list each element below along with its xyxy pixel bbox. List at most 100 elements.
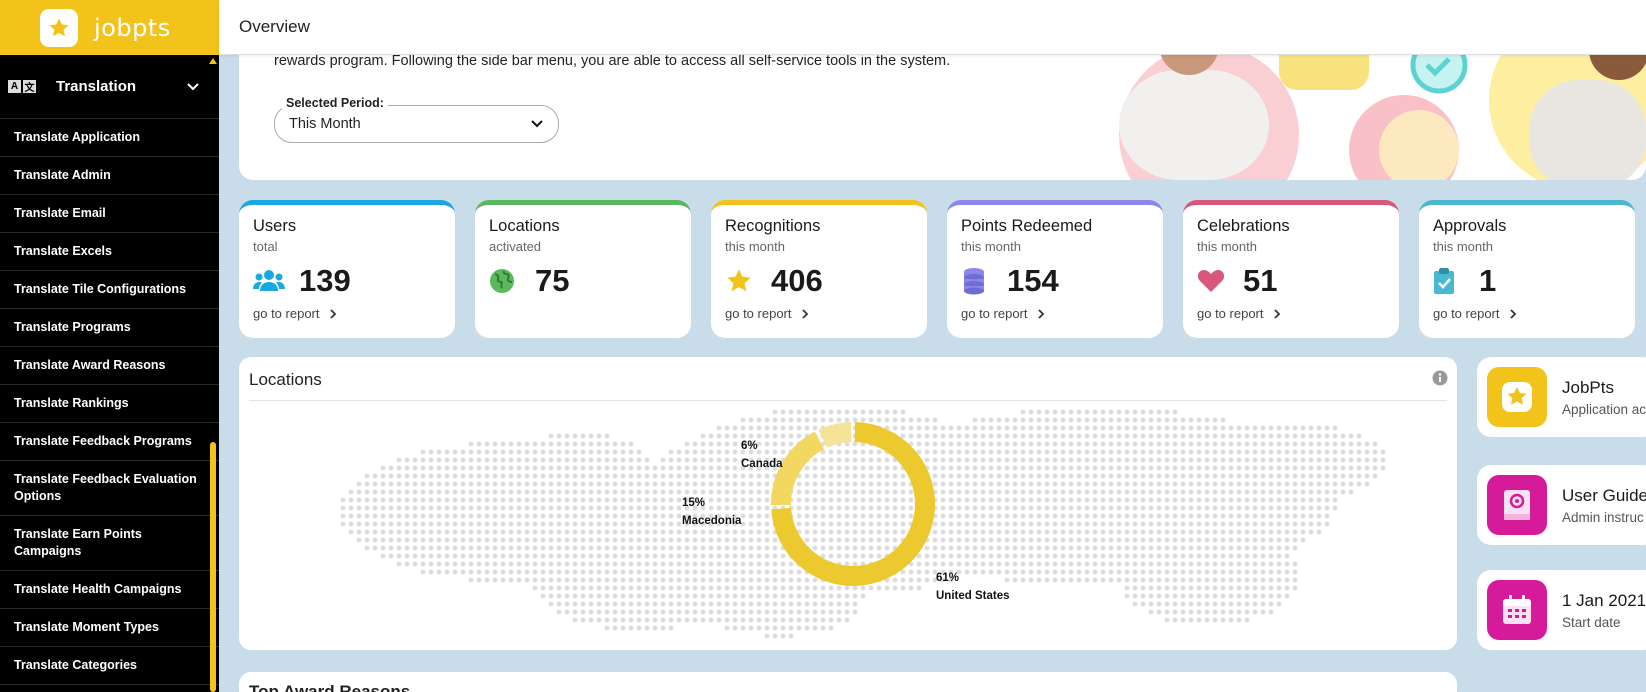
period-select[interactable]: Selected Period: This Month (274, 96, 559, 143)
tile-user-guide[interactable]: User Guide Admin instruc (1477, 465, 1646, 545)
top-award-reasons-panel: Top Award Reasons (239, 672, 1457, 692)
card-value: 51 (1243, 263, 1278, 298)
link-label: go to report (253, 306, 320, 321)
donut-label-macedonia: 15% Macedonia (682, 494, 741, 530)
card-value: 75 (535, 263, 570, 298)
card-title: Celebrations (1197, 217, 1290, 235)
translate-icon: A文 (8, 79, 36, 94)
page-title: Overview (239, 17, 310, 36)
stat-card-locations: Locations activated 75 (475, 200, 691, 338)
sidebar-item-translate-application[interactable]: Translate Application (0, 119, 219, 157)
sidebar-item-translate-moment-types[interactable]: Translate Moment Types (0, 609, 219, 647)
sidebar-item-translate-excels[interactable]: Translate Excels (0, 233, 219, 271)
sidebar-item-translate-admin[interactable]: Translate Admin (0, 157, 219, 195)
sidebar-item-translate-email[interactable]: Translate Email (0, 195, 219, 233)
tile-start-date[interactable]: 1 Jan 2021 Start date (1477, 570, 1646, 650)
welcome-text: rewards program. Following the side bar … (274, 53, 951, 69)
sidebar-item-translate-feedback-programs[interactable]: Translate Feedback Programs (0, 423, 219, 461)
logo-icon (40, 8, 78, 47)
card-subtitle: this month (1197, 239, 1257, 254)
divider (249, 400, 1447, 401)
tile-title: 1 Jan 2021 (1562, 590, 1646, 610)
sidebar-item-translate-rankings[interactable]: Translate Rankings (0, 385, 219, 423)
go-to-report-link[interactable]: go to report (253, 306, 441, 321)
card-subtitle: this month (961, 239, 1021, 254)
card-value: 154 (1007, 263, 1059, 298)
go-to-report-link[interactable]: go to report (961, 306, 1149, 321)
top-bar: Overview (219, 0, 1646, 55)
scroll-up-arrow[interactable] (209, 58, 217, 64)
united-states-pct: 61% (936, 572, 960, 584)
go-to-report-link[interactable]: go to report (1197, 306, 1385, 321)
link-label: go to report (1197, 306, 1264, 321)
info-icon[interactable] (1432, 370, 1448, 386)
card-value: 139 (299, 263, 351, 298)
chevron-right-icon (801, 308, 808, 319)
macedonia-pct: 15% (682, 497, 706, 509)
card-title: Recognitions (725, 217, 821, 235)
card-title: Points Redeemed (961, 217, 1093, 235)
sidebar-item-translate-earn-points-campaigns[interactable]: Translate Earn Points Campaigns (0, 516, 219, 571)
link-label: go to report (1433, 306, 1500, 321)
card-subtitle: activated (489, 239, 542, 254)
users-icon (253, 267, 285, 295)
sidebar-item-translate-categories[interactable]: Translate Categories (0, 647, 219, 685)
chevron-right-icon (1273, 308, 1280, 319)
donut-label-united-states: 61% United States (936, 569, 1010, 605)
go-to-report-link[interactable]: go to report (1433, 306, 1621, 321)
sidebar-item-translate-tile-configurations[interactable]: Translate Tile Configurations (0, 271, 219, 309)
card-subtitle: total (253, 239, 278, 254)
tile-jobpts[interactable]: JobPts Application ac (1477, 357, 1646, 437)
tile-subtitle: Start date (1562, 614, 1621, 630)
calendar-icon (1487, 580, 1547, 640)
locations-title: Locations (249, 370, 322, 389)
stat-card-approvals: Approvals this month 1 go to report (1419, 200, 1635, 338)
stat-card-users: Users total 139 go to report (239, 200, 455, 338)
star-app-icon (1487, 367, 1547, 427)
period-value: This Month (289, 116, 361, 132)
clipboard-check-icon (1433, 267, 1465, 295)
go-to-report-link[interactable]: go to report (725, 306, 913, 321)
welcome-panel: rewards program. Following the side bar … (239, 40, 1646, 180)
sidebar-item-translate-health-campaigns[interactable]: Translate Health Campaigns (0, 571, 219, 609)
sidebar-scrollbar[interactable] (210, 442, 216, 692)
sidebar-item-translate-feedback-evaluation-options[interactable]: Translate Feedback Evaluation Options (0, 461, 219, 516)
card-title: Locations (489, 217, 560, 235)
canada-label: Canada (741, 458, 783, 470)
tile-subtitle: Admin instruc (1562, 509, 1644, 525)
heart-icon (1197, 267, 1229, 295)
macedonia-label: Macedonia (682, 515, 742, 527)
sidebar-item-translate-programs[interactable]: Translate Programs (0, 309, 219, 347)
chevron-right-icon (1037, 308, 1044, 319)
sidebar-section-translation[interactable]: A文 Translation (0, 55, 219, 119)
tile-title: User Guide (1562, 485, 1646, 505)
sidebar: jobpts A文 Translation Translate Applicat… (0, 0, 219, 692)
tile-title: JobPts (1562, 377, 1614, 397)
period-label: Selected Period: (282, 96, 388, 110)
card-value: 1 (1479, 263, 1497, 298)
brand-bar[interactable]: jobpts (0, 0, 219, 55)
locations-panel: Locations 6% Canada 15% Macedonia 61% Un… (239, 357, 1457, 650)
chevron-right-icon (329, 308, 336, 319)
card-value: 406 (771, 263, 823, 298)
donut-label-canada: 6% Canada (741, 437, 783, 473)
chevron-down-icon (187, 82, 199, 90)
stat-card-points-redeemed: Points Redeemed this month 154 go to rep… (947, 200, 1163, 338)
link-label: go to report (961, 306, 1028, 321)
card-title: Approvals (1433, 217, 1507, 235)
chevron-down-icon (531, 120, 543, 128)
app-name: jobpts (94, 13, 171, 42)
panel-title: Top Award Reasons (249, 682, 411, 692)
donut-slice-canada[interactable] (818, 422, 852, 448)
sidebar-section-label: Translation (56, 78, 137, 95)
donut-chart (771, 422, 935, 586)
canada-pct: 6% (741, 440, 758, 452)
globe-icon (489, 267, 521, 295)
stat-card-recognitions: Recognitions this month 406 go to report (711, 200, 927, 338)
star-icon (725, 267, 757, 295)
chevron-right-icon (1509, 308, 1516, 319)
tile-subtitle: Application ac (1562, 401, 1646, 417)
donut-slice-macedonia[interactable] (771, 431, 825, 506)
card-subtitle: this month (725, 239, 785, 254)
sidebar-item-translate-award-reasons[interactable]: Translate Award Reasons (0, 347, 219, 385)
